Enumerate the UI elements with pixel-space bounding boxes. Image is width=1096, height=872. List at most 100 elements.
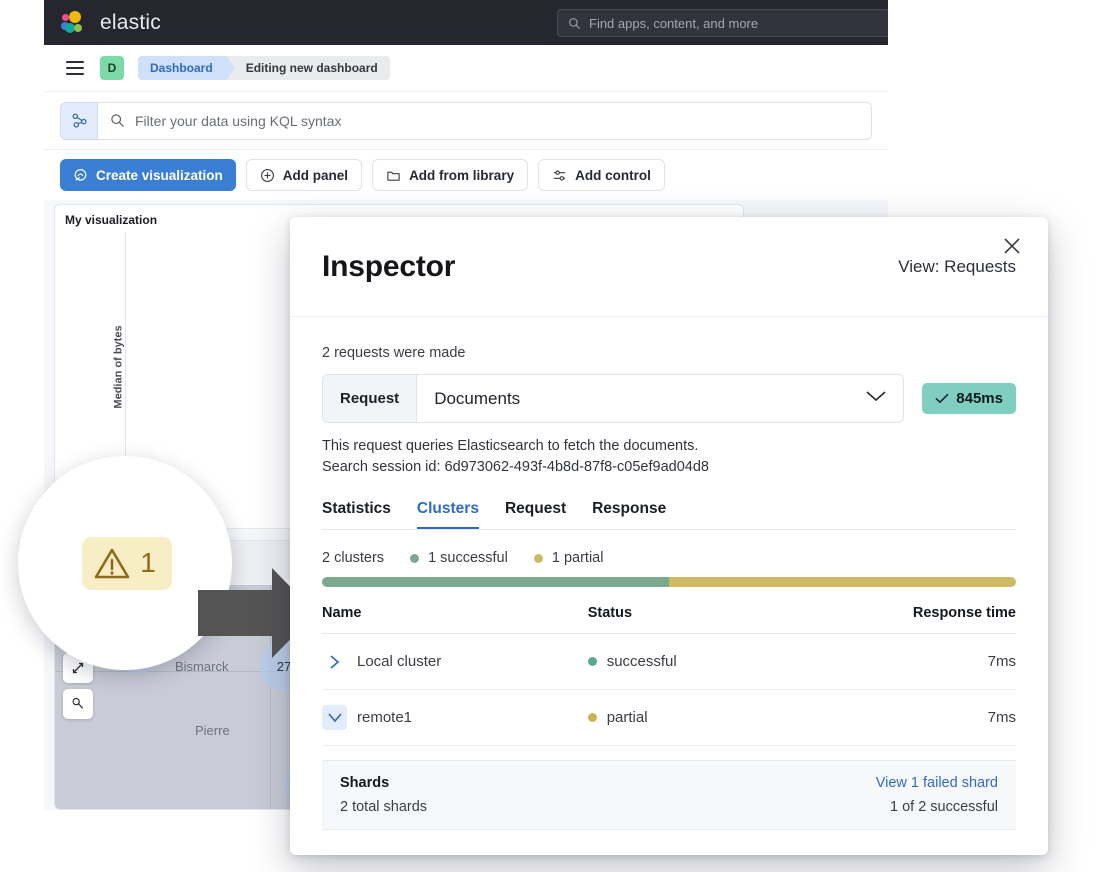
shards-left: Shards 2 total shards <box>340 775 427 815</box>
search-icon <box>568 17 581 30</box>
cluster-name: remote1 <box>357 709 412 726</box>
chevron-right-icon[interactable] <box>322 649 347 674</box>
add-control-button[interactable]: Add control <box>538 159 665 191</box>
column-header-status[interactable]: Status <box>588 597 786 634</box>
breadcrumb-dashboard[interactable]: Dashboard <box>138 56 227 80</box>
status-dot-icon <box>588 657 597 666</box>
legend-successful-label: 1 successful <box>428 550 508 566</box>
cluster-response-time: 7ms <box>786 634 1016 690</box>
space-avatar[interactable]: D <box>100 56 124 80</box>
create-visualization-label: Create visualization <box>96 168 223 183</box>
clusters-table: Name Status Response time Local cluster s… <box>322 597 1016 746</box>
add-filter-button[interactable] <box>60 102 98 140</box>
cluster-name-cell: Local cluster <box>322 649 588 674</box>
shards-title: Shards <box>340 775 427 791</box>
warning-badge[interactable]: 1 <box>82 537 172 590</box>
column-header-response-time[interactable]: Response time <box>786 597 1016 634</box>
create-visualization-button[interactable]: Create visualization <box>60 159 236 191</box>
status-dot-icon <box>588 713 597 722</box>
request-select-label: Request <box>323 375 417 422</box>
table-row[interactable]: Local cluster successful 7ms <box>322 634 1016 690</box>
inspector-title: Inspector <box>322 250 455 284</box>
cluster-name: Local cluster <box>357 653 441 670</box>
breadcrumb-current[interactable]: Editing new dashboard <box>226 56 390 80</box>
request-selector-row: Request Documents 845ms <box>322 374 1016 423</box>
create-visualization-icon <box>73 168 88 183</box>
add-panel-label: Add panel <box>283 168 348 183</box>
chart-y-axis <box>125 233 126 488</box>
table-header-row: Name Status Response time <box>322 597 1016 634</box>
add-control-label: Add control <box>575 168 651 183</box>
map-city-label: Bismarck <box>175 659 228 674</box>
close-icon[interactable] <box>1002 236 1022 256</box>
cluster-progress-bar <box>322 577 1016 587</box>
legend-partial-label: 1 partial <box>552 550 604 566</box>
search-session-id: Search session id: 6d973062-493f-4b8d-87… <box>322 457 1016 478</box>
breadcrumb: Dashboard Editing new dashboard <box>138 56 390 80</box>
request-description: This request queries Elasticsearch to fe… <box>322 436 1016 478</box>
inspector-tabs: Statistics Clusters Request Response <box>322 500 1016 530</box>
warning-triangle-icon <box>94 547 130 580</box>
search-icon <box>110 113 125 128</box>
shards-right: View 1 failed shard 1 of 2 successful <box>876 775 998 815</box>
view-failed-shard-link[interactable]: View 1 failed shard <box>876 775 998 791</box>
plus-circle-icon <box>260 168 275 183</box>
warning-count: 1 <box>140 547 156 579</box>
cluster-status-cell: successful <box>588 653 786 670</box>
request-select[interactable]: Request Documents <box>322 374 904 423</box>
inspector-modal: Inspector View: Requests 2 requests were… <box>290 217 1048 855</box>
chevron-down-icon[interactable] <box>322 705 347 730</box>
inspector-header: Inspector View: Requests <box>290 217 1048 317</box>
map-city-label: Pierre <box>195 723 230 738</box>
check-icon <box>935 393 949 404</box>
inspector-body: 2 requests were made Request Documents 8… <box>290 317 1048 830</box>
menu-icon[interactable] <box>66 61 84 75</box>
tab-statistics[interactable]: Statistics <box>322 500 391 529</box>
query-bar: Filter your data using KQL syntax <box>44 92 888 150</box>
legend-partial: 1 partial <box>534 550 604 566</box>
request-select-value: Documents <box>417 389 865 409</box>
add-from-library-label: Add from library <box>409 168 514 183</box>
add-panel-button[interactable]: Add panel <box>246 159 362 191</box>
successful-dot-icon <box>410 554 419 563</box>
breadcrumb-bar: D Dashboard Editing new dashboard <box>44 45 888 92</box>
request-description-line1: This request queries Elasticsearch to fe… <box>322 436 1016 457</box>
cluster-status: successful <box>607 653 677 670</box>
cluster-status-cell: partial <box>588 709 786 726</box>
progress-partial-segment <box>669 577 1016 587</box>
kql-search-input[interactable]: Filter your data using KQL syntax <box>98 102 872 140</box>
column-header-name[interactable]: Name <box>322 597 588 634</box>
filter-icon <box>71 112 88 129</box>
folder-icon <box>386 168 401 183</box>
partial-dot-icon <box>534 554 543 563</box>
cluster-status: partial <box>607 709 648 726</box>
tab-clusters[interactable]: Clusters <box>417 500 479 529</box>
global-header: elastic Find apps, content, and more <box>44 0 888 45</box>
requests-made-text: 2 requests were made <box>322 345 1016 361</box>
elastic-logo-icon <box>60 10 86 36</box>
global-search-input[interactable]: Find apps, content, and more <box>557 9 888 37</box>
dashboard-editor-toolbar: Create visualization Add panel Add from … <box>44 150 888 200</box>
shards-total: 2 total shards <box>340 799 427 815</box>
tab-response[interactable]: Response <box>592 500 666 529</box>
cluster-total-count: 2 clusters <box>322 550 384 566</box>
cluster-response-time: 7ms <box>786 690 1016 746</box>
progress-successful-segment <box>322 577 669 587</box>
shards-successful: 1 of 2 successful <box>876 799 998 815</box>
draw-tool-icon[interactable] <box>63 689 93 719</box>
request-time-badge: 845ms <box>922 383 1016 414</box>
add-from-library-button[interactable]: Add from library <box>372 159 528 191</box>
global-search-placeholder: Find apps, content, and more <box>589 16 758 31</box>
tab-request[interactable]: Request <box>505 500 566 529</box>
cluster-summary: 2 clusters 1 successful 1 partial <box>322 550 1016 566</box>
legend-successful: 1 successful <box>410 550 508 566</box>
shards-summary: Shards 2 total shards View 1 failed shar… <box>322 760 1016 830</box>
brand-name: elastic <box>100 11 161 35</box>
inspector-view-selector[interactable]: View: Requests <box>898 257 1016 277</box>
chart-y-axis-label: Median of bytes <box>113 325 125 408</box>
kql-placeholder: Filter your data using KQL syntax <box>135 113 341 129</box>
cluster-name-cell: remote1 <box>322 705 588 730</box>
table-row[interactable]: remote1 partial 7ms <box>322 690 1016 746</box>
request-time-value: 845ms <box>956 390 1003 407</box>
chevron-down-icon <box>865 389 903 408</box>
